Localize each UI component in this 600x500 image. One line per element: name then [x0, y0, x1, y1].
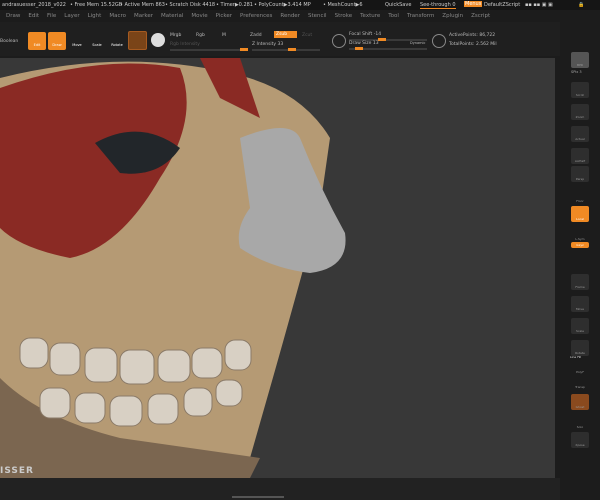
frame-button[interactable]: Frame: [571, 274, 589, 290]
menu-stencil[interactable]: Stencil: [308, 13, 327, 22]
zsub-button[interactable]: Zsub: [274, 31, 298, 38]
gxyz-button[interactable]: Gxyz: [571, 242, 589, 248]
bottom-tray: [0, 478, 560, 500]
material-sphere[interactable]: [151, 33, 165, 47]
rgb-intensity-track[interactable]: [170, 48, 248, 51]
rotate-button[interactable]: Rotate: [571, 340, 589, 356]
menu-preferences[interactable]: Preferences: [240, 13, 272, 22]
zcut-button[interactable]: Zcut: [302, 33, 312, 38]
menu-file[interactable]: File: [47, 13, 56, 22]
menu-movie[interactable]: Movie: [191, 13, 207, 22]
ghost-button[interactable]: Ghost: [571, 394, 589, 410]
menu-zplugin[interactable]: Zplugin: [442, 13, 463, 22]
canvas-viewport[interactable]: ISSER: [0, 58, 555, 478]
lock-icon[interactable]: 🔒: [578, 2, 584, 8]
right-shelf: BPR SPix 3 Scroll Zoom Actual AAHalf Per…: [562, 48, 600, 500]
polycount: • PolyCount▶3.414 MP: [254, 2, 311, 8]
bpr-button[interactable]: BPR: [571, 52, 589, 68]
scroll-button[interactable]: Scroll: [571, 82, 589, 98]
scratch-disk: • Scratch Disk 4418: [165, 2, 216, 8]
dynamic-button[interactable]: Dynamic: [410, 41, 425, 45]
points-icon: [432, 34, 446, 48]
see-through-slider[interactable]: See-through 0: [420, 2, 456, 9]
lazy-mouse-icon[interactable]: [332, 34, 346, 48]
free-mem: • Free Mem 15.52GB: [70, 2, 123, 8]
scale-button[interactable]: Scale: [88, 32, 106, 50]
xpose-button[interactable]: Xpose: [571, 432, 589, 448]
mrgb-button[interactable]: Mrgb: [170, 33, 181, 38]
watermark: ISSER: [0, 466, 34, 476]
active-points: ActivePoints: 86,722: [449, 33, 496, 38]
menu-draw[interactable]: Draw: [6, 13, 20, 22]
edit-button[interactable]: Edit: [28, 32, 46, 50]
active-mem: • Active Mem 863: [120, 2, 165, 8]
transp-button[interactable]: Transp: [571, 374, 589, 390]
spix-slider[interactable]: SPix 3: [571, 70, 582, 74]
move-button[interactable]: Move: [68, 32, 86, 50]
rgb-intensity-slider[interactable]: Rgb Intensity: [170, 42, 200, 47]
scale-button[interactable]: Scale: [571, 318, 589, 334]
skull-sculpt-render: [0, 58, 346, 478]
floor-button[interactable]: Floor: [571, 188, 589, 204]
default-zscript-button[interactable]: DefaultZScript: [484, 2, 520, 8]
bottom-tray-handle[interactable]: [232, 496, 284, 498]
menu-marker[interactable]: Marker: [134, 13, 153, 22]
draw-size-track[interactable]: [349, 47, 427, 50]
menus-button[interactable]: Menus: [464, 1, 483, 7]
menu-layer[interactable]: Layer: [64, 13, 79, 22]
persp-button[interactable]: Persp: [571, 166, 589, 182]
timer: • Timer▶0.281: [216, 2, 253, 8]
m-button[interactable]: M: [222, 33, 226, 38]
menu-macro[interactable]: Macro: [109, 13, 126, 22]
menu-material[interactable]: Material: [161, 13, 183, 22]
boolean-label[interactable]: Boolean: [0, 39, 18, 44]
meshcount: • MeshCount▶6: [323, 2, 363, 8]
menu-tool[interactable]: Tool: [388, 13, 399, 22]
menu-edit[interactable]: Edit: [28, 13, 39, 22]
total-points: TotalPoints: 2.562 Mil: [449, 42, 497, 47]
brush-thumbnail[interactable]: [128, 31, 147, 50]
polyf-button[interactable]: PolyF: [571, 359, 589, 375]
draw-size-slider[interactable]: Draw Size 13: [349, 41, 379, 46]
rotate-button[interactable]: Rotate: [108, 32, 126, 50]
actual-button[interactable]: Actual: [571, 126, 589, 142]
z-intensity-slider[interactable]: Z Intensity 33: [252, 42, 283, 47]
zoom-button[interactable]: Zoom: [571, 104, 589, 120]
draw-button[interactable]: Draw: [48, 32, 66, 50]
menu-texture[interactable]: Texture: [360, 13, 380, 22]
lsym-button[interactable]: L.Sym: [571, 226, 589, 242]
menu-light[interactable]: Light: [88, 13, 102, 22]
menu-render[interactable]: Render: [280, 13, 300, 22]
local-button[interactable]: Local: [571, 206, 589, 222]
focal-shift-slider[interactable]: Focal Shift -14: [349, 32, 381, 37]
menu-picker[interactable]: Picker: [216, 13, 232, 22]
rgb-button[interactable]: Rgb: [196, 33, 205, 38]
layout-icons[interactable]: ▪▪ ▪▪ ▣ ▣: [525, 2, 553, 8]
z-intensity-track[interactable]: [252, 48, 320, 51]
file-name: andrasuesser_2018_v022: [2, 2, 66, 8]
title-bar: andrasuesser_2018_v022 • Free Mem 15.52G…: [0, 0, 600, 10]
aahalf-button[interactable]: AAHalf: [571, 148, 589, 164]
solo-button[interactable]: Solo: [571, 414, 589, 430]
menu-stroke[interactable]: Stroke: [335, 13, 353, 22]
zadd-button[interactable]: Zadd: [250, 33, 262, 38]
menu-transform[interactable]: Transform: [407, 13, 434, 22]
toolbar: Boolean Edit Draw Move Scale Rotate Mrgb…: [0, 22, 560, 56]
menu-bar: Draw Edit File Layer Light Macro Marker …: [0, 10, 600, 22]
quicksave-button[interactable]: QuickSave: [385, 2, 411, 8]
move-button[interactable]: Move: [571, 296, 589, 312]
menu-zscript[interactable]: Zscript: [471, 13, 490, 22]
